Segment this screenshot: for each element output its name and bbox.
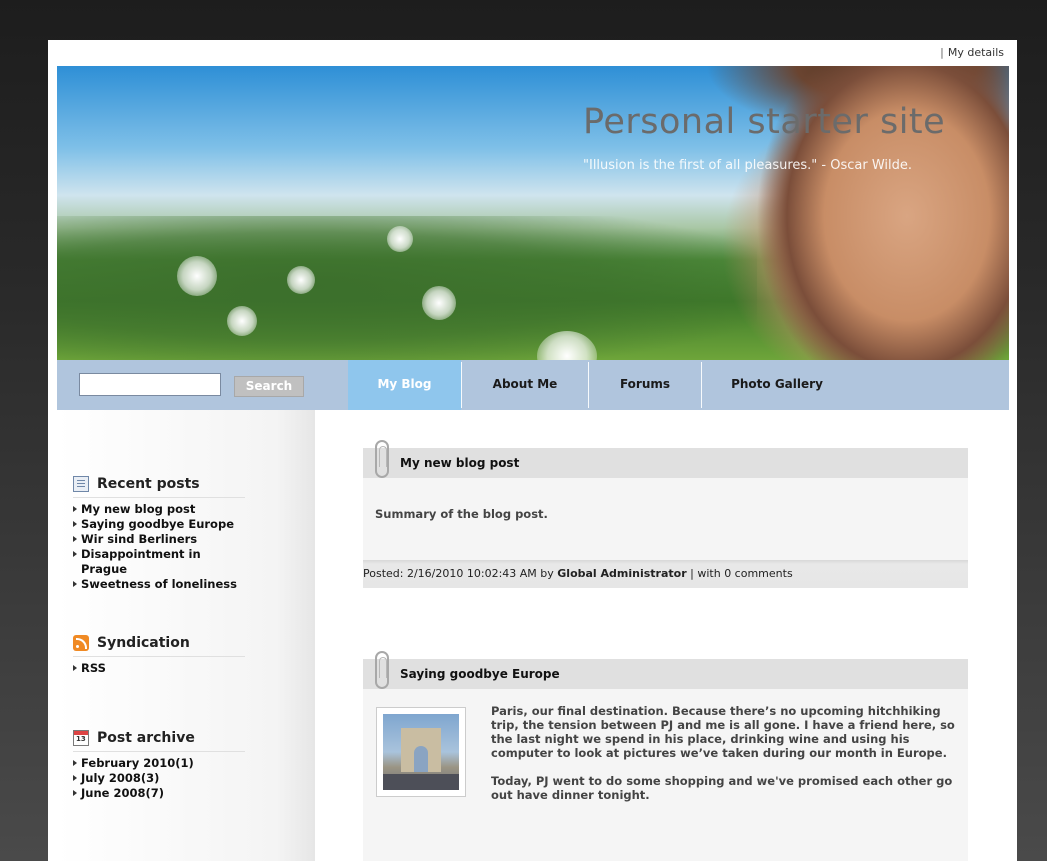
tab-about-me[interactable]: About Me xyxy=(462,360,588,410)
syndication-title: Syndication xyxy=(97,635,190,651)
post-footer: Posted: 2/16/2010 10:02:43 AM by Global … xyxy=(363,560,968,588)
page-container: | My details Personal starter site "Illus… xyxy=(48,40,1017,861)
sidebar: Recent posts My new blog post Saying goo… xyxy=(57,410,315,861)
paperclip-icon xyxy=(375,440,389,478)
recent-post-link[interactable]: Disappointment in Prague xyxy=(73,547,245,577)
post-body: Paris, our final destination. Because th… xyxy=(363,689,968,861)
dandelion-seed xyxy=(287,266,315,294)
tab-my-blog[interactable]: My Blog xyxy=(348,360,461,410)
syndication-list: RSS xyxy=(73,661,245,676)
post-archive-heading: Post archive xyxy=(73,730,245,752)
my-details-link[interactable]: My details xyxy=(948,46,1004,59)
rss-link[interactable]: RSS xyxy=(73,661,245,676)
tab-photo-gallery[interactable]: Photo Gallery xyxy=(702,360,852,410)
top-links: | My details xyxy=(940,46,1004,59)
post-archive-title: Post archive xyxy=(97,730,195,746)
syndication-heading: Syndication xyxy=(73,635,245,657)
recent-posts-title: Recent posts xyxy=(97,476,200,492)
navigation-bar: Search My Blog About Me Forums Photo Gal… xyxy=(57,360,1009,410)
separator: | xyxy=(940,46,944,59)
post-title[interactable]: My new blog post xyxy=(400,456,519,470)
dandelion-seed xyxy=(387,226,413,252)
post-text: Paris, our final destination. Because th… xyxy=(491,704,961,802)
recent-post-link[interactable]: Saying goodbye Europe xyxy=(73,517,245,532)
rss-icon xyxy=(73,635,89,651)
road-shape xyxy=(383,774,459,790)
recent-posts-block: Recent posts My new blog post Saying goo… xyxy=(73,476,245,592)
post-paragraph: Today, PJ went to do some shopping and w… xyxy=(491,774,953,802)
post-summary: Summary of the blog post. xyxy=(375,507,548,521)
recent-posts-heading: Recent posts xyxy=(73,476,245,498)
post-archive-list: February 2010(1) July 2008(3) June 2008(… xyxy=(73,756,245,801)
header-banner: Personal starter site "Illusion is the f… xyxy=(57,66,1009,360)
post-author-link[interactable]: Global Administrator xyxy=(557,567,686,580)
post-title[interactable]: Saying goodbye Europe xyxy=(400,667,560,681)
post-thumbnail[interactable] xyxy=(376,707,466,797)
recent-posts-list: My new blog post Saying goodbye Europe W… xyxy=(73,502,245,592)
search-button[interactable]: Search xyxy=(234,376,304,397)
calendar-icon xyxy=(73,730,89,746)
site-quote: "Illusion is the first of all pleasures.… xyxy=(583,158,912,173)
post-archive-block: Post archive February 2010(1) July 2008(… xyxy=(73,730,245,801)
dandelion-seed xyxy=(422,286,456,320)
archive-link[interactable]: June 2008(7) xyxy=(73,786,245,801)
post-paragraph: Paris, our final destination. Because th… xyxy=(491,704,955,760)
search-input[interactable] xyxy=(79,373,221,396)
arch-shape xyxy=(401,728,441,772)
dandelion-seed xyxy=(227,306,257,336)
recent-post-link[interactable]: Sweetness of loneliness xyxy=(73,577,245,592)
arc-de-triomphe-image xyxy=(383,714,459,790)
post-header: Saying goodbye Europe xyxy=(363,651,968,689)
syndication-block: Syndication RSS xyxy=(73,635,245,676)
site-title: Personal starter site xyxy=(583,102,946,142)
recent-post-link[interactable]: Wir sind Berliners xyxy=(73,532,245,547)
post-comments: | with 0 comments xyxy=(686,567,793,580)
tab-forums[interactable]: Forums xyxy=(589,360,701,410)
document-icon xyxy=(73,476,89,492)
archive-link[interactable]: July 2008(3) xyxy=(73,771,245,786)
post-date: Posted: 2/16/2010 10:02:43 AM by xyxy=(363,567,558,580)
recent-post-link[interactable]: My new blog post xyxy=(73,502,245,517)
dandelion-seed xyxy=(177,256,217,296)
post-header: My new blog post xyxy=(363,440,968,478)
paperclip-icon xyxy=(375,651,389,689)
post-body: Summary of the blog post. xyxy=(363,478,968,560)
archive-link[interactable]: February 2010(1) xyxy=(73,756,245,771)
